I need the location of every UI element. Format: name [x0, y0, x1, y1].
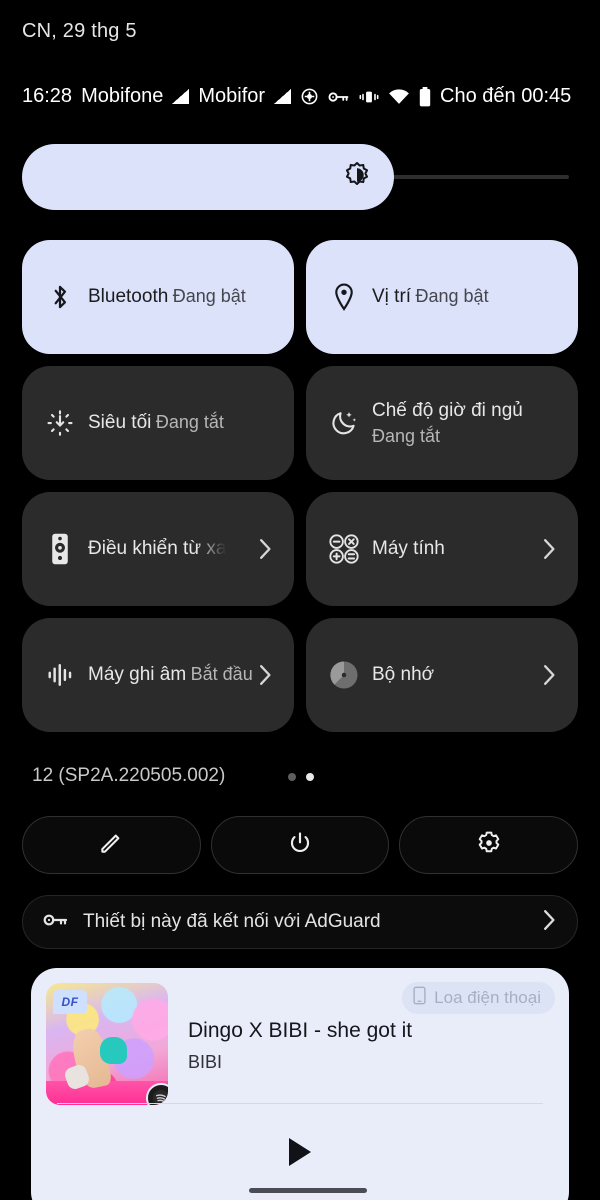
page-dot-1[interactable] — [288, 773, 296, 781]
tile-calculator[interactable]: Máy tính — [306, 492, 578, 606]
tile-labels: Siêu tối Đang tắt — [88, 410, 276, 436]
tile-labels: Máy ghi âm Bắt đầu — [88, 662, 254, 688]
settings-button[interactable] — [399, 816, 579, 874]
tile-subtitle: Đang tắt — [155, 412, 224, 433]
tile-labels: Bluetooth Đang bật — [88, 284, 276, 310]
tile-labels: Bộ nhớ — [372, 662, 538, 688]
wifi-icon — [388, 88, 410, 105]
tile-subtitle: Bắt đầu — [190, 664, 253, 685]
pencil-icon — [98, 830, 124, 861]
tile-title: Máy tính — [372, 538, 445, 560]
tile-bedtime-mode[interactable]: Chế độ giờ đi ngủ Đang tắt — [306, 366, 578, 480]
tile-title: Bộ nhớ — [372, 664, 435, 686]
tile-title: Vị trí — [372, 286, 412, 308]
battery-icon — [419, 86, 431, 107]
vpn-status-row[interactable]: Thiết bị này đã kết nối với AdGuard — [22, 895, 578, 949]
footer-buttons — [22, 816, 579, 874]
play-icon[interactable] — [289, 1138, 311, 1166]
tile-labels: Điều khiển từ xa — [88, 536, 254, 562]
build-number-label: 12 (SP2A.220505.002) — [32, 765, 226, 786]
phone-speaker-icon — [413, 986, 426, 1010]
tile-subtitle: Đang bật — [415, 286, 489, 307]
album-art: DF — [46, 983, 168, 1105]
tile-extra-dim[interactable]: Siêu tối Đang tắt — [22, 366, 294, 480]
album-art-badge: DF — [53, 990, 87, 1014]
quick-settings-tiles: Bluetooth Đang bật Vị trí Đang bật Siêu … — [22, 240, 578, 732]
gear-icon — [476, 830, 502, 861]
quick-settings-panel: CN, 29 thg 5 16:28 Mobifone Mobifor Cho … — [0, 0, 600, 1200]
edit-tiles-button[interactable] — [22, 816, 201, 874]
chevron-right-icon[interactable] — [541, 909, 557, 936]
power-icon — [287, 830, 313, 861]
media-player-card[interactable]: DF Dingo X BIBI - she got it BIBI Loa đi… — [31, 968, 569, 1200]
vpn-key-icon — [43, 911, 69, 934]
media-divider — [57, 1103, 543, 1104]
tile-location[interactable]: Vị trí Đang bật — [306, 240, 578, 354]
tile-labels: Máy tính — [372, 536, 538, 562]
tile-storage[interactable]: Bộ nhớ — [306, 618, 578, 732]
tile-title: Bluetooth — [88, 286, 169, 308]
brightness-remaining-track — [389, 175, 569, 179]
brightness-slider[interactable] — [22, 144, 578, 210]
chevron-right-icon[interactable] — [538, 538, 560, 560]
location-icon — [300, 87, 319, 106]
tile-title: Siêu tối — [88, 412, 152, 434]
media-output-chip[interactable]: Loa điện thoại — [402, 982, 555, 1014]
tile-title: Chế độ giờ đi ngủ — [372, 400, 523, 422]
brightness-icon — [342, 160, 372, 195]
remote-control-icon — [40, 532, 80, 566]
gesture-navigation-bar[interactable] — [249, 1188, 367, 1193]
media-artist: BIBI — [188, 1052, 223, 1073]
brightness-fill — [22, 144, 394, 210]
power-button[interactable] — [210, 816, 390, 874]
bluetooth-icon — [40, 282, 80, 312]
media-output-label: Loa điện thoại — [434, 988, 541, 1007]
vpn-key-icon — [328, 89, 350, 105]
tile-bluetooth[interactable]: Bluetooth Đang bật — [22, 240, 294, 354]
extra-dim-icon — [40, 408, 80, 438]
vpn-status-label: Thiết bị này đã kết nối với AdGuard — [83, 911, 381, 932]
tile-labels: Vị trí Đang bật — [372, 284, 560, 310]
media-top: DF Dingo X BIBI - she got it BIBI Loa đi… — [31, 968, 569, 1105]
vibrate-icon — [359, 89, 379, 105]
date-label: CN, 29 thg 5 — [22, 20, 137, 42]
signal-icon — [172, 89, 190, 104]
chevron-right-icon[interactable] — [254, 538, 276, 560]
calculator-icon — [324, 533, 364, 565]
media-title: Dingo X BIBI - she got it — [188, 1019, 413, 1042]
tile-remote-control[interactable]: Điều khiển từ xa — [22, 492, 294, 606]
album-art-accent — [99, 1036, 127, 1064]
recorder-waveform-icon — [40, 662, 80, 688]
clock-label: 16:28 — [22, 85, 73, 107]
carrier2-label: Mobifor — [198, 85, 266, 107]
tile-subtitle: Đang bật — [172, 286, 246, 307]
storage-pie-icon — [324, 659, 364, 691]
tile-labels: Chế độ giờ đi ngủ Đang tắt — [372, 398, 560, 448]
media-controls — [31, 1138, 569, 1172]
page-dot-2[interactable] — [306, 773, 314, 781]
tile-subtitle: Đang tắt — [372, 425, 441, 446]
chevron-right-icon[interactable] — [538, 664, 560, 686]
battery-time-label: Cho đến 00:45 — [440, 85, 572, 107]
tile-recorder[interactable]: Máy ghi âm Bắt đầu — [22, 618, 294, 732]
tile-title: Máy ghi âm — [88, 664, 187, 686]
chevron-right-icon[interactable] — [254, 664, 276, 686]
signal-icon — [274, 89, 292, 104]
status-bar: 16:28 Mobifone Mobifor Cho đến 00:45 — [22, 85, 571, 108]
build-row: 12 (SP2A.220505.002) — [0, 763, 600, 793]
bedtime-moon-icon — [324, 409, 364, 437]
page-indicator[interactable] — [288, 773, 314, 781]
carrier1-label: Mobifone — [81, 85, 164, 107]
tile-title: Điều khiển từ xa — [88, 538, 227, 560]
location-pin-icon — [324, 282, 364, 312]
